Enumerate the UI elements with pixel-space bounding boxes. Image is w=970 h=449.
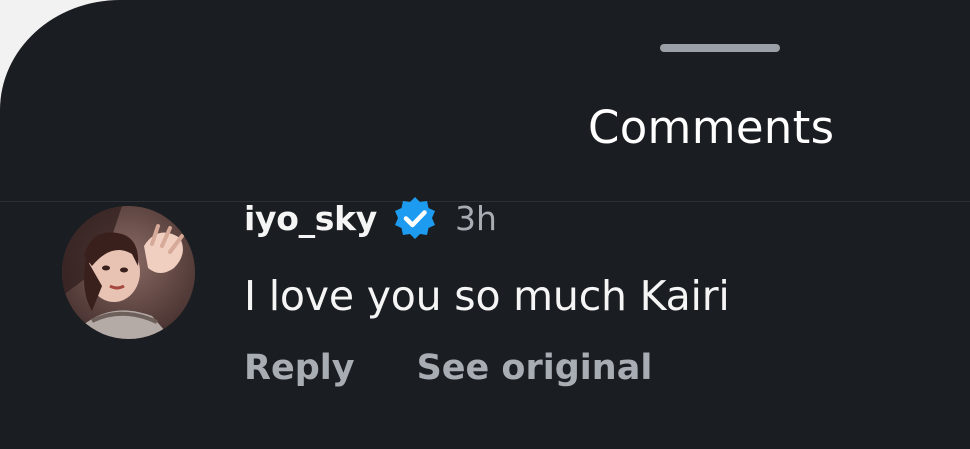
username[interactable]: iyo_sky bbox=[244, 199, 377, 238]
reply-button[interactable]: Reply bbox=[244, 348, 355, 388]
comment-actions: Reply See original bbox=[244, 348, 652, 388]
comment-header: iyo_sky 3h bbox=[244, 196, 497, 240]
comment-item: iyo_sky 3h I love you so much Kairi Repl… bbox=[0, 197, 970, 449]
sheet-title: Comments bbox=[588, 101, 835, 154]
avatar[interactable] bbox=[62, 206, 195, 339]
see-original-button[interactable]: See original bbox=[417, 348, 653, 388]
comments-sheet: Comments iyo_sky 3h I love you so much K… bbox=[0, 0, 970, 449]
drag-handle[interactable] bbox=[660, 44, 780, 52]
verified-badge-icon bbox=[391, 194, 439, 242]
avatar-image bbox=[62, 206, 195, 339]
comment-timestamp: 3h bbox=[455, 198, 497, 238]
comment-text: I love you so much Kairi bbox=[244, 272, 730, 320]
